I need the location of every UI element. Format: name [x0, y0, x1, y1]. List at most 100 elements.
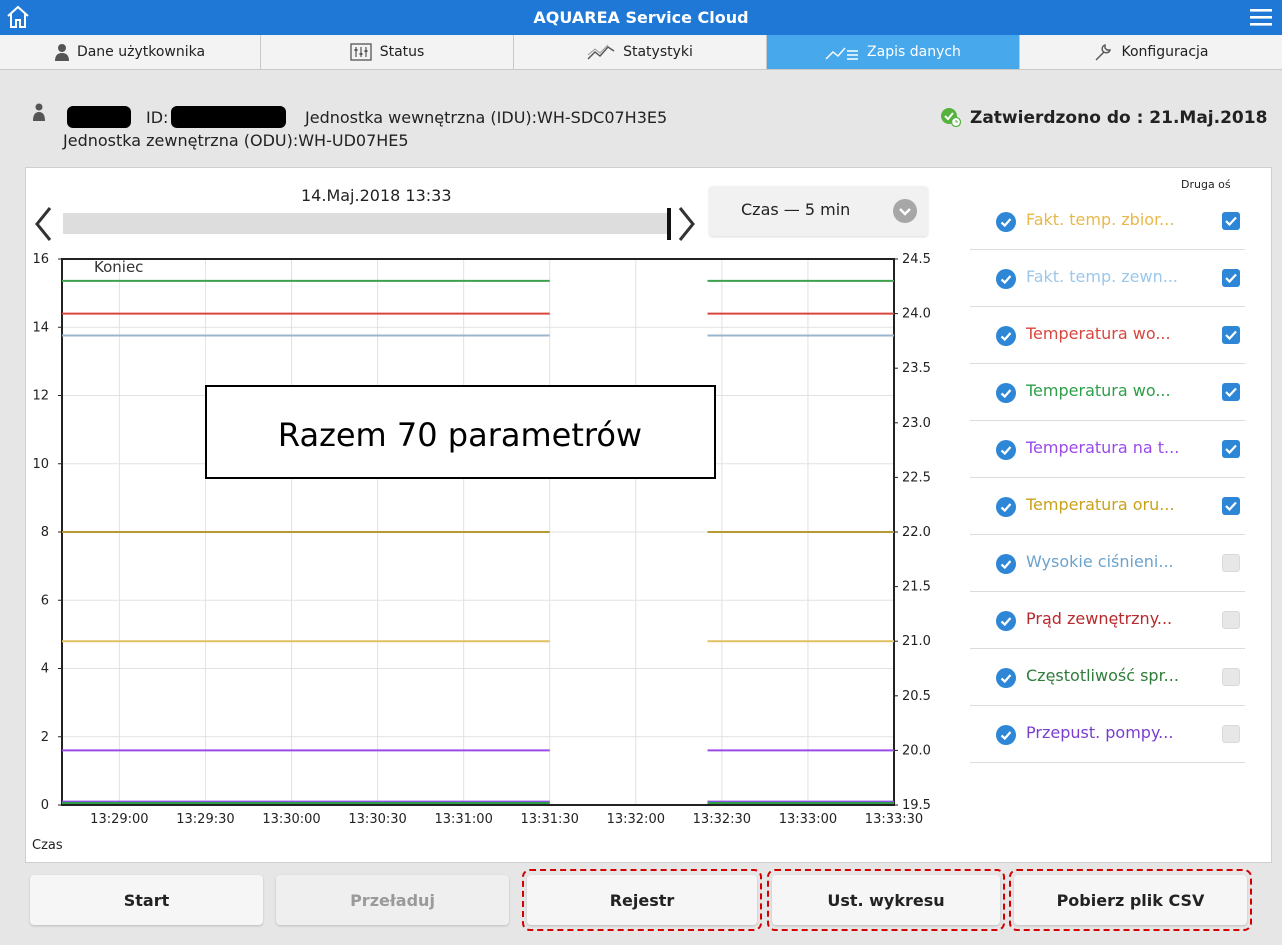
- y-left-tick-label: 4: [41, 662, 49, 677]
- series-visible-check-icon[interactable]: [996, 212, 1016, 232]
- x-tick-label: 13:30:30: [348, 812, 406, 827]
- tab-label: Status: [379, 44, 425, 60]
- user-icon: [33, 103, 45, 121]
- legend-item[interactable]: Przepust. pompy...: [970, 706, 1245, 763]
- legend-item[interactable]: Temperatura na t...: [970, 421, 1245, 478]
- data-log-icon: [825, 47, 859, 60]
- series-visible-check-icon[interactable]: [996, 725, 1016, 745]
- redacted-id: [171, 106, 286, 128]
- legend-label: Temperatura wo...: [1026, 381, 1171, 400]
- second-axis-checkbox[interactable]: [1222, 668, 1240, 686]
- x-tick-label: 13:31:00: [434, 812, 492, 827]
- user-icon: [54, 44, 69, 61]
- y-left-tick-label: 12: [32, 389, 49, 404]
- legend-label: Prąd zewnętrzny...: [1026, 609, 1173, 628]
- legend-label: Temperatura na t...: [1026, 438, 1180, 457]
- y-left-tick-label: 16: [32, 252, 49, 267]
- tab-configuration[interactable]: Konfiguracja: [1020, 35, 1282, 69]
- id-label: ID:: [146, 108, 169, 127]
- time-range-value: Czas — 5 min: [741, 200, 851, 219]
- callout-text: Razem 70 parametrów: [278, 416, 642, 454]
- chart-axes: 13:29:00 13:29:30 13:30:00 13:30:30 13:31:00…: [32, 252, 931, 827]
- prev-arrow-icon[interactable]: [35, 207, 52, 241]
- confirmed-check-icon: [941, 108, 962, 127]
- timeline-handle[interactable]: [667, 208, 671, 240]
- legend-label: Wysokie ciśnieni...: [1026, 552, 1174, 571]
- second-axis-checkbox[interactable]: [1222, 611, 1240, 629]
- y-left-tick-label: 0: [41, 798, 49, 813]
- chart-timestamp: 14.Maj.2018 13:33: [301, 186, 452, 205]
- second-axis-checkbox[interactable]: [1222, 212, 1240, 230]
- reload-button[interactable]: Przeładuj: [276, 875, 509, 925]
- highlight-frame: [522, 869, 762, 931]
- x-tick-label: 13:33:30: [865, 812, 923, 827]
- time-range-select[interactable]: Czas — 5 min: [709, 186, 928, 236]
- y-left-tick-label: 2: [41, 730, 49, 745]
- legend-item[interactable]: Temperatura oru...: [970, 478, 1245, 535]
- tab-status[interactable]: Status: [261, 35, 514, 69]
- y-right-tick-label: 20.0: [902, 743, 931, 758]
- legend-item[interactable]: Fakt. temp. zbior...: [970, 193, 1245, 250]
- start-button[interactable]: Start: [30, 875, 263, 925]
- series-visible-check-icon[interactable]: [996, 269, 1016, 289]
- legend-item[interactable]: Temperatura wo...: [970, 364, 1245, 421]
- end-annotation: Koniec: [94, 258, 143, 276]
- tab-data-log[interactable]: Zapis danych: [767, 35, 1020, 69]
- chart-series: [62, 279, 894, 804]
- series-visible-check-icon[interactable]: [996, 554, 1016, 574]
- y-right-tick-label: 19.5: [902, 798, 931, 813]
- chevron-down-icon: [893, 199, 917, 223]
- y-right-tick-label: 22.5: [902, 470, 931, 485]
- app-title: AQUAREA Service Cloud: [533, 8, 749, 27]
- hamburger-menu-icon[interactable]: [1250, 8, 1272, 27]
- confirmed-until: Zatwierdzono do : 21.Maj.2018: [970, 108, 1268, 128]
- legend-item[interactable]: Wysokie ciśnieni...: [970, 535, 1245, 592]
- x-tick-label: 13:33:00: [779, 812, 837, 827]
- series-visible-check-icon[interactable]: [996, 383, 1016, 403]
- x-tick-label: 13:32:30: [693, 812, 751, 827]
- y-left-tick-label: 8: [41, 525, 49, 540]
- outdoor-unit: Jednostka zewnętrzna (ODU):WH-UD07HE5: [63, 131, 409, 150]
- second-axis-checkbox[interactable]: [1222, 440, 1240, 458]
- y-left-tick-label: 10: [32, 457, 49, 472]
- y-left-tick-label: 14: [32, 320, 49, 335]
- x-tick-label: 13:29:30: [176, 812, 234, 827]
- second-axis-checkbox[interactable]: [1222, 554, 1240, 572]
- highlight-frame: [767, 869, 1005, 931]
- legend-item[interactable]: Fakt. temp. zewn...: [970, 250, 1245, 307]
- y-left-tick-label: 6: [41, 593, 49, 608]
- x-axis-label: Czas: [32, 838, 63, 853]
- series-visible-check-icon[interactable]: [996, 326, 1016, 346]
- y-right-tick-label: 23.5: [902, 361, 931, 376]
- tab-user-data[interactable]: Dane użytkownika: [0, 35, 261, 69]
- indoor-unit: Jednostka wewnętrzna (IDU):WH-SDC07H3E5: [305, 108, 668, 127]
- y-right-tick-label: 24.0: [902, 307, 931, 322]
- next-arrow-icon[interactable]: [678, 207, 695, 241]
- second-axis-checkbox[interactable]: [1222, 269, 1240, 287]
- y-right-tick-label: 21.0: [902, 634, 931, 649]
- legend-item[interactable]: Prąd zewnętrzny...: [970, 592, 1245, 649]
- timeline-scrollbar[interactable]: [63, 213, 669, 234]
- x-tick-label: 13:32:00: [607, 812, 665, 827]
- legend-item[interactable]: Temperatura wo...: [970, 307, 1245, 364]
- second-axis-checkbox[interactable]: [1222, 497, 1240, 515]
- y-right-tick-label: 22.0: [902, 525, 931, 540]
- series-visible-check-icon[interactable]: [996, 611, 1016, 631]
- y-right-tick-label: 20.5: [902, 689, 931, 704]
- top-bar: AQUAREA Service Cloud: [0, 0, 1282, 35]
- second-axis-checkbox[interactable]: [1222, 725, 1240, 743]
- device-info: ID: Jednostka wewnętrzna (IDU):WH-SDC07H…: [0, 70, 1282, 162]
- tab-bar: Dane użytkownika Status Statystyki Zapis…: [0, 35, 1282, 70]
- x-tick-label: 13:30:00: [262, 812, 320, 827]
- second-axis-checkbox[interactable]: [1222, 383, 1240, 401]
- series-visible-check-icon[interactable]: [996, 440, 1016, 460]
- redacted-username: [67, 106, 131, 128]
- tab-statistics[interactable]: Statystyki: [514, 35, 767, 69]
- legend-item[interactable]: Częstotliwość spr...: [970, 649, 1245, 706]
- series-visible-check-icon[interactable]: [996, 668, 1016, 688]
- legend-label: Przepust. pompy...: [1026, 723, 1174, 742]
- legend-label: Fakt. temp. zewn...: [1026, 267, 1179, 286]
- series-visible-check-icon[interactable]: [996, 497, 1016, 517]
- second-axis-checkbox[interactable]: [1222, 326, 1240, 344]
- highlight-frame: [1009, 869, 1252, 931]
